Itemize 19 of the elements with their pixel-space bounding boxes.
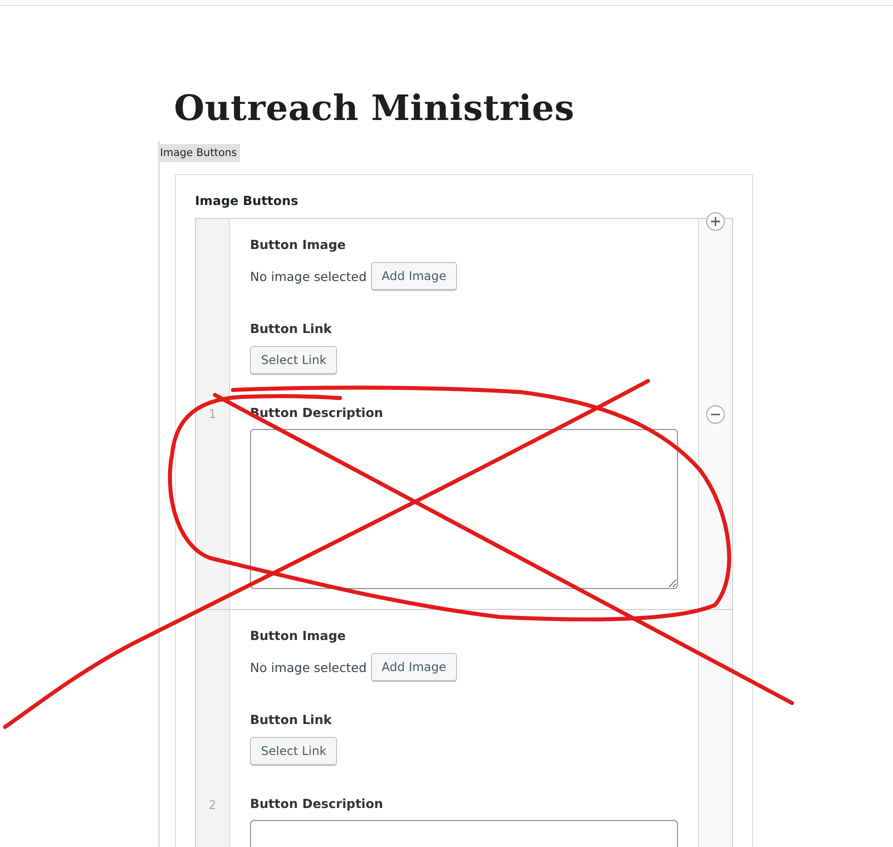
field-label: Image Buttons (195, 193, 300, 208)
page-title: Outreach Ministries (174, 87, 576, 131)
select-link-button[interactable]: Select Link (250, 737, 338, 765)
remove-row-icon[interactable] (706, 405, 725, 424)
row-number: 1 (208, 407, 216, 421)
add-image-button[interactable]: Add Image (370, 653, 458, 681)
select-link-button[interactable]: Select Link (250, 346, 338, 374)
field-label: Button Image (250, 236, 347, 253)
image-status: No image selected (250, 268, 367, 284)
field-label: Button Description (250, 795, 384, 812)
description-field[interactable] (250, 429, 678, 589)
block-label: Image Buttons (158, 144, 240, 162)
field-label: Button Image (250, 627, 347, 644)
row-number: 2 (208, 798, 216, 812)
field-label: Button Link (250, 711, 333, 728)
image-status: No image selected (250, 660, 367, 674)
add-image-button[interactable]: Add Image (370, 262, 458, 290)
field-label: Button Link (250, 320, 333, 337)
add-row-icon[interactable] (706, 212, 725, 231)
